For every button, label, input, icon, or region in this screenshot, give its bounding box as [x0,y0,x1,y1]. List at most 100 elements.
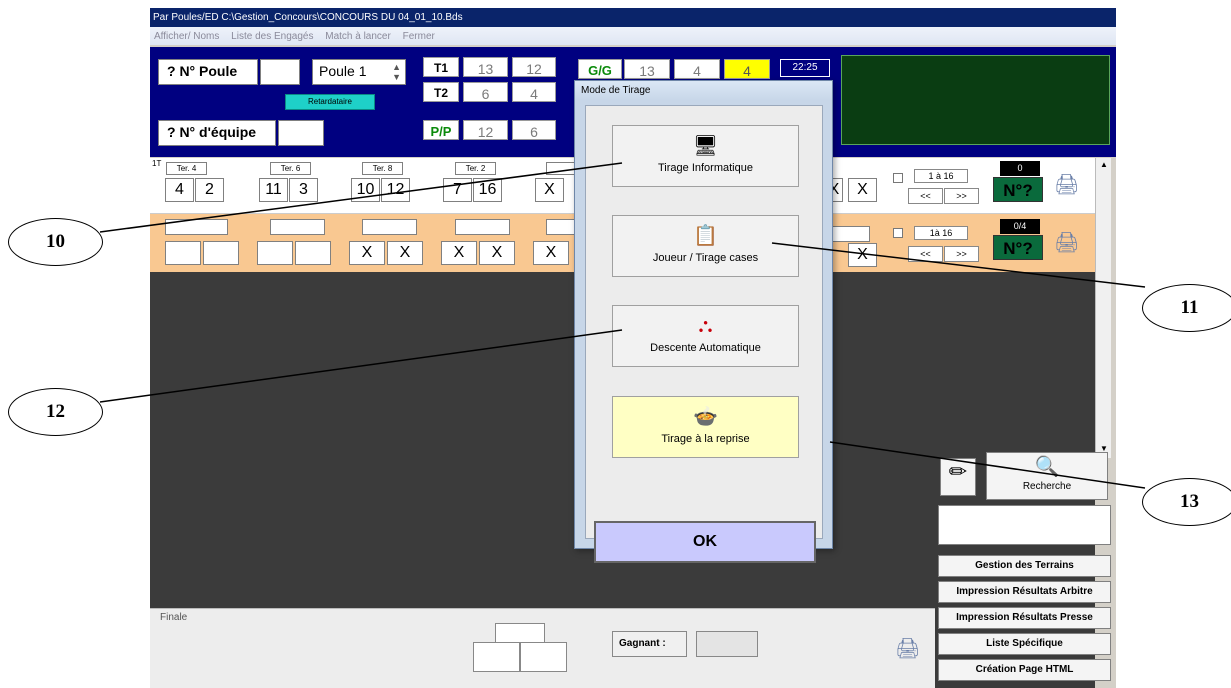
team-input[interactable] [546,219,576,235]
t1-score-b: 12 [512,57,556,77]
pp-score-a: 12 [463,120,508,140]
score-cell[interactable]: 16 [473,178,502,202]
score-cell[interactable]: 7 [443,178,472,202]
score-cell[interactable]: X [479,241,515,265]
pp-score-b: 6 [512,120,556,140]
pot-icon: 🍲 [693,406,718,428]
gg-label: G/G [578,59,622,79]
range-display: 1 à 16 [914,169,968,183]
menu-fermer[interactable]: Fermer [403,31,435,42]
finale-panel: Finale Gagnant : 🖨 [150,608,935,688]
tree-icon: ⛬ [698,315,713,337]
score-cell[interactable]: 11 [259,178,288,202]
score-cell[interactable]: X [848,178,877,202]
joueur-tirage-cases-button[interactable]: 📋 Joueur / Tirage cases [612,215,799,277]
score-cell[interactable] [203,241,239,265]
number-button[interactable]: N°? [993,177,1043,202]
poule-select[interactable]: Poule 1 ▲ ▼ [312,59,406,85]
callout-13: 13 [1142,478,1231,526]
t1-label: T1 [423,57,459,77]
terrain-label: Ter. 8 [362,162,403,175]
finale-score-a[interactable] [473,642,520,672]
team-input[interactable] [455,219,510,235]
score-cell[interactable]: 12 [381,178,410,202]
callout-12: 12 [8,388,103,436]
pencil-icon[interactable]: ✏ [940,458,976,496]
range-display: 1à 16 [914,226,968,240]
score-cell[interactable] [295,241,331,265]
menu-liste-engages[interactable]: Liste des Engagés [231,31,313,42]
clock: 22:25 [780,59,830,77]
nav-next-button[interactable]: >> [944,246,979,262]
score-cell[interactable]: X [387,241,423,265]
score-cell[interactable]: 4 [165,178,194,202]
score-cell[interactable]: 2 [195,178,224,202]
menu-afficher-noms[interactable]: Afficher/ Noms [154,31,219,42]
score-cell[interactable] [165,241,201,265]
row-checkbox[interactable] [893,228,903,238]
winner-label: Gagnant : [612,631,687,657]
nav-prev-button[interactable]: << [908,246,943,262]
impression-presse-button[interactable]: Impression Résultats Presse [938,607,1111,629]
team-input[interactable] [830,226,870,242]
printer-icon[interactable]: 🖨 [895,636,920,661]
terrain-label: Ter. 4 [166,162,207,175]
count-display: 0/4 [1000,219,1040,234]
title-bar: Par Poules/ED C:\Gestion_Concours\CONCOU… [150,8,1116,27]
nav-next-button[interactable]: >> [944,188,979,204]
finale-score-b[interactable] [520,642,567,672]
finale-label: Finale [160,612,188,623]
dialog-body: 🖥 Tirage Informatique 📋 Joueur / Tirage … [585,105,823,563]
gestion-terrains-button[interactable]: Gestion des Terrains [938,555,1111,577]
score-cell[interactable] [257,241,293,265]
vertical-scrollbar[interactable]: ▲ ▼ [1095,158,1111,458]
liste-specifique-button[interactable]: Liste Spécifique [938,633,1111,655]
score-cell[interactable]: X [533,241,569,265]
score-cell[interactable]: X [349,241,385,265]
round-label: 1T [152,159,162,168]
creation-html-button[interactable]: Création Page HTML [938,659,1111,681]
mode-tirage-dialog: Mode de Tirage 🖥 Tirage Informatique 📋 J… [574,80,833,563]
score-cell[interactable]: X [848,243,877,267]
gg-score-c: 4 [724,59,770,79]
menu-bar: Afficher/ Noms Liste des Engagés Match à… [150,27,1116,45]
search-button[interactable]: 🔍 Recherche [986,452,1108,500]
score-cell[interactable]: 10 [351,178,380,202]
display-panel [841,55,1110,145]
t2-score-b: 4 [512,82,556,102]
terrain-label: Ter. 2 [455,162,496,175]
menu-match-a-lancer[interactable]: Match à lancer [325,31,391,42]
team-input[interactable] [165,219,228,235]
poule-number-input[interactable] [260,59,300,85]
search-result-field[interactable] [938,505,1111,545]
equipe-label: ? N° d'équipe [158,120,276,146]
score-cell[interactable]: X [441,241,477,265]
ok-button[interactable]: OK [594,521,816,563]
printer-icon[interactable]: 🖨 [1054,172,1079,197]
team-input[interactable] [362,219,417,235]
t2-label: T2 [423,82,459,102]
equipe-number-input[interactable] [278,120,324,146]
terrain-label: Ter. 6 [270,162,311,175]
row-checkbox[interactable] [893,173,903,183]
dialog-title: Mode de Tirage [575,81,832,101]
descente-automatique-button[interactable]: ⛬ Descente Automatique [612,305,799,367]
finale-team-input[interactable] [495,623,545,643]
retardataire-button[interactable]: Retardataire [285,94,375,110]
tirage-a-la-reprise-button[interactable]: 🍲 Tirage à la reprise [612,396,799,458]
pp-label: P/P [423,120,459,140]
score-cell[interactable]: X [535,178,564,202]
computer-icon: 🖥 [692,135,719,157]
number-button[interactable]: N°? [993,235,1043,260]
gg-score-b: 4 [674,59,720,79]
printer-icon[interactable]: 🖨 [1054,230,1079,255]
impression-arbitre-button[interactable]: Impression Résultats Arbitre [938,581,1111,603]
tirage-informatique-button[interactable]: 🖥 Tirage Informatique [612,125,799,187]
score-cell[interactable]: 3 [289,178,318,202]
count-display: 0 [1000,161,1040,176]
scroll-up-icon[interactable]: ▲ [1100,160,1108,169]
team-input[interactable] [270,219,325,235]
spinner-icon: ▲ ▼ [392,62,401,82]
nav-prev-button[interactable]: << [908,188,943,204]
callout-10: 10 [8,218,103,266]
